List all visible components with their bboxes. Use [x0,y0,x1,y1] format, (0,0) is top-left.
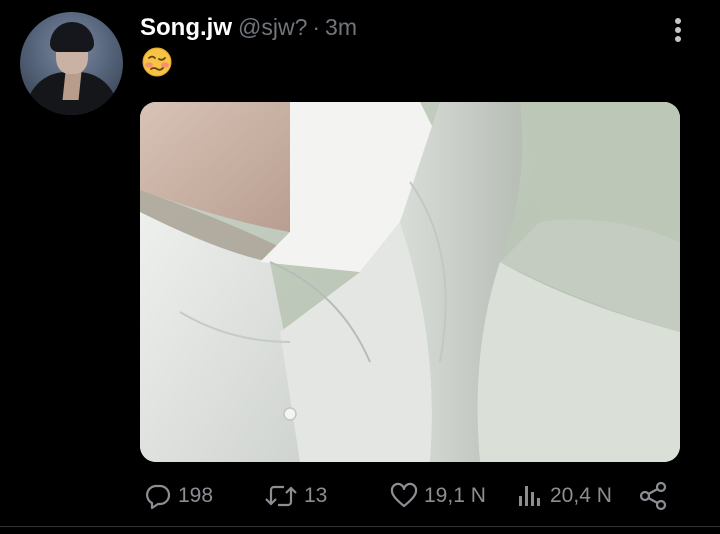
retweet-count: 13 [304,484,328,507]
reply-icon [146,484,171,510]
header-separator: · [312,14,321,40]
like-button[interactable]: 19,1 N [390,478,486,514]
tweet-time[interactable]: 3m [325,14,357,41]
share-icon [639,481,667,511]
author-avatar[interactable] [20,12,123,115]
share-button[interactable] [638,478,668,514]
views-count: 20,4 N [550,484,612,507]
tweet-header: Song.jw @sjw? · 3m [140,14,357,42]
author-name[interactable]: Song.jw [140,14,232,42]
like-count: 19,1 N [424,484,486,507]
avatar-collar-shape [62,72,82,100]
reply-count: 198 [178,484,214,507]
views-button[interactable]: 20,4 N [518,478,612,514]
woozy-face-emoji [142,47,172,77]
retweet-button[interactable]: 13 [264,478,327,514]
like-icon [390,482,418,508]
author-handle[interactable]: @sjw? [238,14,307,41]
reply-button[interactable]: 198 [144,478,213,514]
tweet-media-image[interactable] [140,102,680,462]
retweet-icon [265,485,297,507]
views-icon [519,486,540,506]
more-vertical-icon[interactable] [668,16,688,44]
avatar-hair-shape [50,22,94,52]
tweet-actions-bar: 198 13 19,1 N 20,4 N [0,478,720,514]
divider [0,526,720,527]
media-illustration [140,102,680,462]
